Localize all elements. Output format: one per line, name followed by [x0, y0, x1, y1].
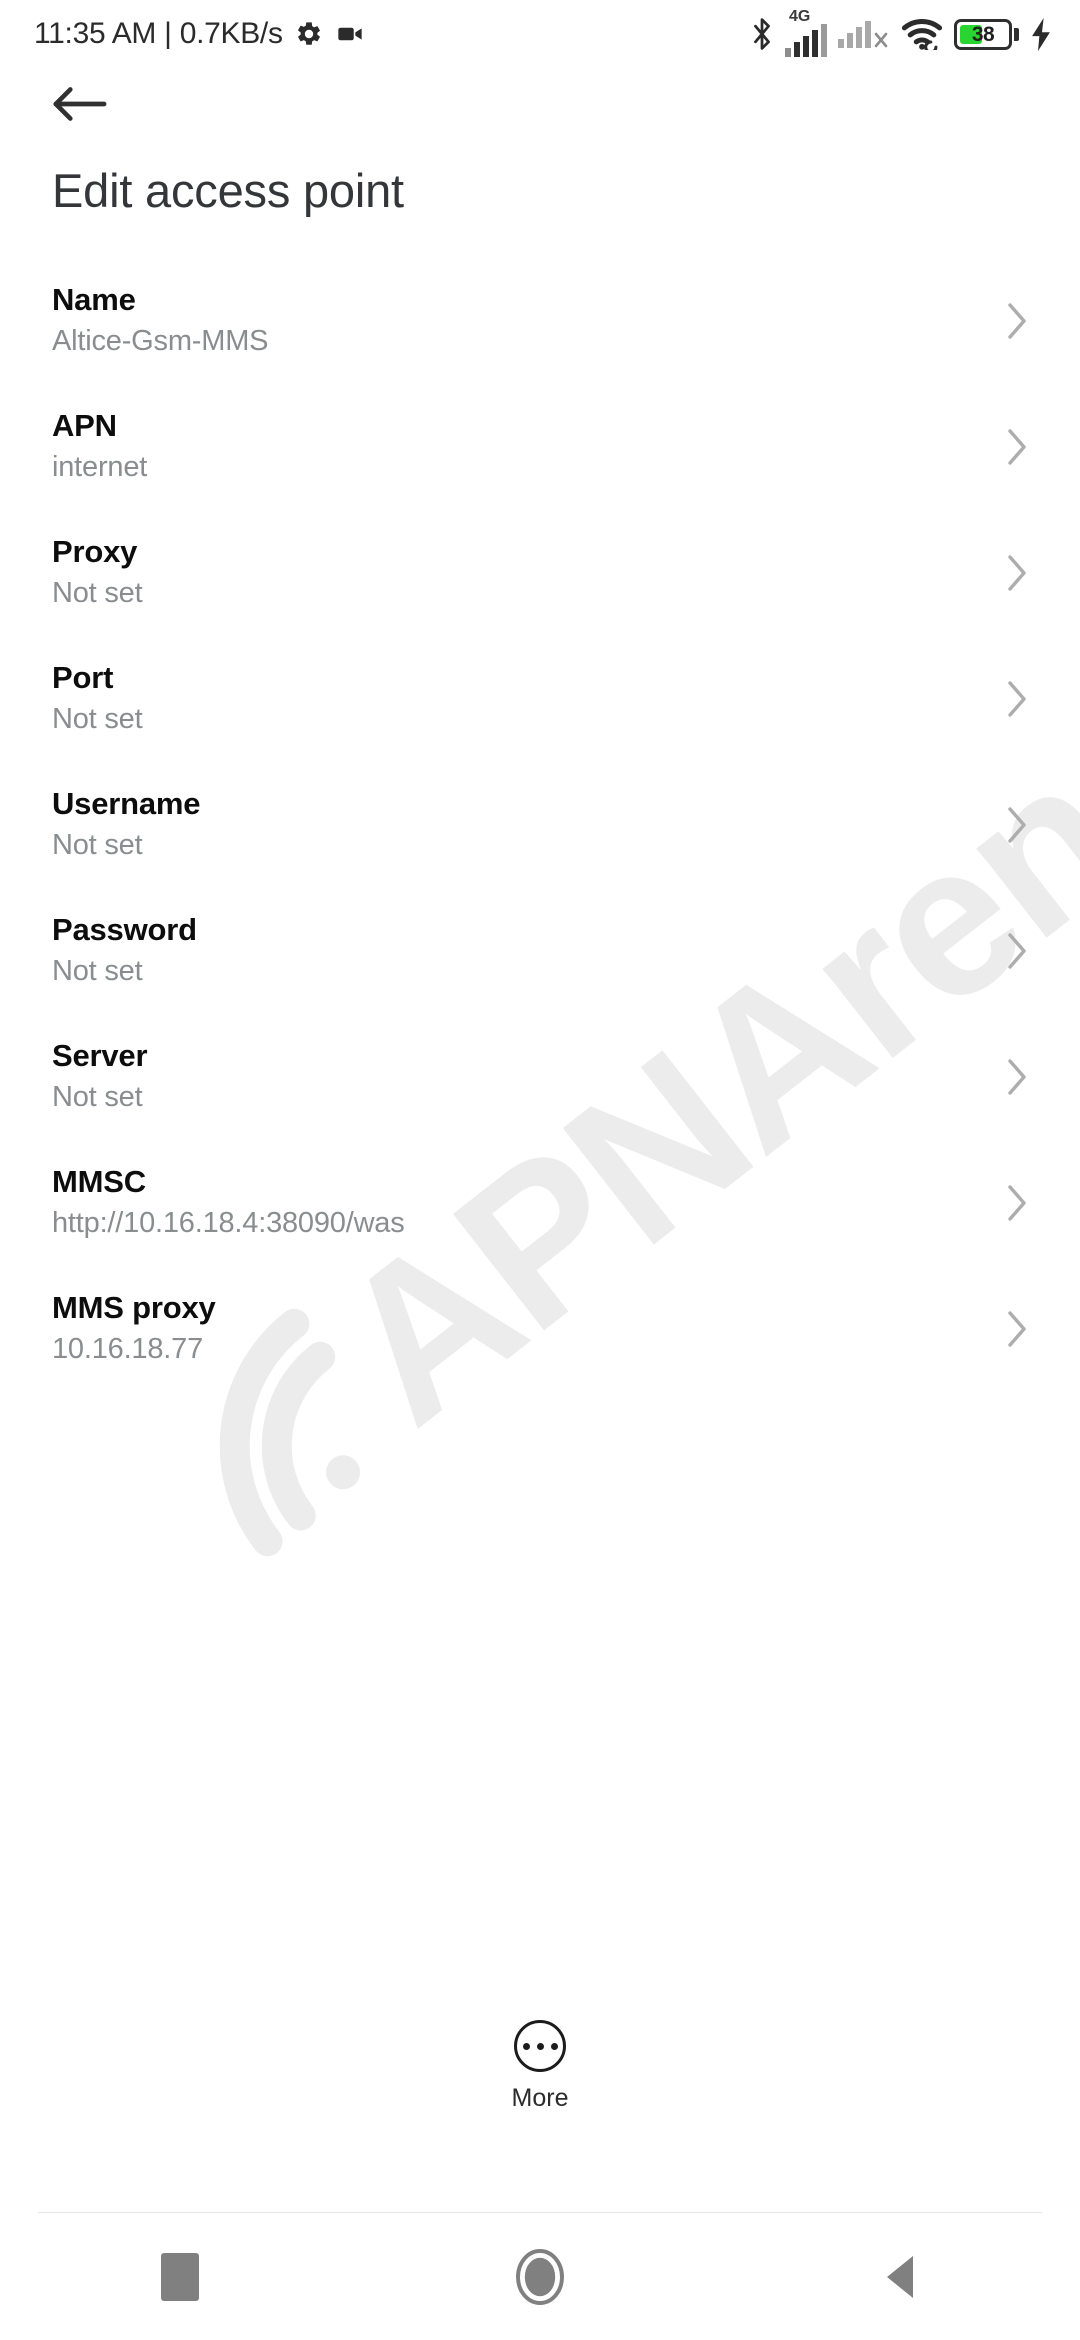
- square-icon: [161, 2252, 199, 2301]
- settings-row-label: Proxy: [52, 533, 138, 569]
- settings-row[interactable]: MMSC http://10.16.18.4:38090/was: [0, 1140, 1080, 1266]
- signal-4g-icon: 4G: [785, 7, 827, 57]
- settings-row-value: http://10.16.18.4:38090/was: [52, 1207, 405, 1240]
- three-dots-circle-icon: [514, 2020, 566, 2072]
- settings-row-value: Not set: [52, 577, 143, 610]
- chevron-right-icon: [988, 679, 1028, 719]
- network-type-label: 4G: [789, 7, 811, 25]
- triangle-left-icon: [887, 2255, 913, 2298]
- settings-row[interactable]: Username Not set: [0, 762, 1080, 888]
- settings-row-value: Not set: [52, 829, 143, 862]
- more-button[interactable]: More: [0, 2020, 1080, 2113]
- back-button[interactable]: [42, 68, 116, 140]
- settings-row[interactable]: Proxy Not set: [0, 510, 1080, 636]
- settings-row[interactable]: Name Altice-Gsm-MMS: [0, 258, 1080, 384]
- settings-row[interactable]: Password Not set: [0, 888, 1080, 1014]
- android-nav-bar: [0, 2213, 1080, 2340]
- nav-recents-button[interactable]: [0, 2252, 360, 2301]
- chevron-right-icon: [988, 931, 1028, 971]
- battery-icon: 38: [954, 18, 1019, 50]
- settings-row-value: Not set: [52, 955, 143, 988]
- arrow-left-icon: [53, 87, 107, 121]
- settings-row-text: Server Not set: [52, 1037, 988, 1116]
- settings-row-text: MMS proxy 10.16.18.77: [52, 1289, 988, 1368]
- settings-row-label: Server: [52, 1037, 148, 1073]
- apn-settings-list: Name Altice-Gsm-MMS APN internet Proxy Not se…: [0, 258, 1080, 1392]
- settings-row-text: Password Not set: [52, 911, 988, 990]
- settings-row-label: MMS proxy: [52, 1289, 216, 1325]
- chevron-right-icon: [988, 805, 1028, 845]
- gear-icon: [297, 22, 320, 45]
- status-bar: 11:35 AM | 0.7KB/s 4G 38: [0, 0, 1080, 68]
- settings-row-label: Username: [52, 785, 201, 821]
- settings-row[interactable]: Port Not set: [0, 636, 1080, 762]
- wifi-icon: [901, 19, 943, 50]
- more-button-label: More: [511, 2084, 569, 2112]
- nav-home-button[interactable]: [360, 2248, 720, 2305]
- settings-row-text: MMSC http://10.16.18.4:38090/was: [52, 1163, 988, 1242]
- page-title: Edit access point: [52, 164, 404, 217]
- settings-row-value: 10.16.18.77: [52, 1333, 203, 1366]
- settings-row-label: APN: [52, 407, 117, 443]
- signal-sim2-no-service-icon: [838, 20, 890, 48]
- settings-row-text: Name Altice-Gsm-MMS: [52, 281, 988, 360]
- chevron-right-icon: [988, 1057, 1028, 1097]
- settings-row-value: Not set: [52, 1081, 143, 1114]
- settings-row-value: Altice-Gsm-MMS: [52, 325, 269, 358]
- settings-row-label: MMSC: [52, 1163, 146, 1199]
- chevron-right-icon: [988, 301, 1028, 341]
- chevron-right-icon: [988, 553, 1028, 593]
- settings-row[interactable]: Server Not set: [0, 1014, 1080, 1140]
- bluetooth-icon: [754, 18, 770, 50]
- settings-row-value: Not set: [52, 703, 143, 736]
- nav-back-button[interactable]: [720, 2254, 1080, 2300]
- charging-bolt-icon: [1032, 17, 1050, 51]
- settings-row-label: Port: [52, 659, 114, 695]
- settings-row[interactable]: MMS proxy 10.16.18.77: [0, 1266, 1080, 1392]
- chevron-right-icon: [988, 427, 1028, 467]
- settings-row-text: Username Not set: [52, 785, 988, 864]
- settings-row-text: APN internet: [52, 407, 988, 486]
- chevron-right-icon: [988, 1183, 1028, 1223]
- settings-row-text: Port Not set: [52, 659, 988, 738]
- status-bar-right: 4G 38: [750, 7, 1052, 57]
- status-clock-network-speed: 11:35 AM | 0.7KB/s: [34, 17, 283, 50]
- settings-row-text: Proxy Not set: [52, 533, 988, 612]
- battery-percent-label: 38: [971, 22, 995, 46]
- video-camera-icon: [337, 27, 362, 41]
- settings-row-value: internet: [52, 451, 148, 484]
- settings-row-label: Name: [52, 281, 136, 317]
- status-bar-left: 11:35 AM | 0.7KB/s: [34, 17, 365, 51]
- circle-icon: [516, 2248, 564, 2305]
- settings-row-label: Password: [52, 911, 197, 947]
- settings-row[interactable]: APN internet: [0, 384, 1080, 510]
- phone-screen: APNArena 11:35 AM | 0.7KB/s 4G 38 Edit a…: [0, 0, 1080, 2340]
- chevron-right-icon: [988, 1309, 1028, 1349]
